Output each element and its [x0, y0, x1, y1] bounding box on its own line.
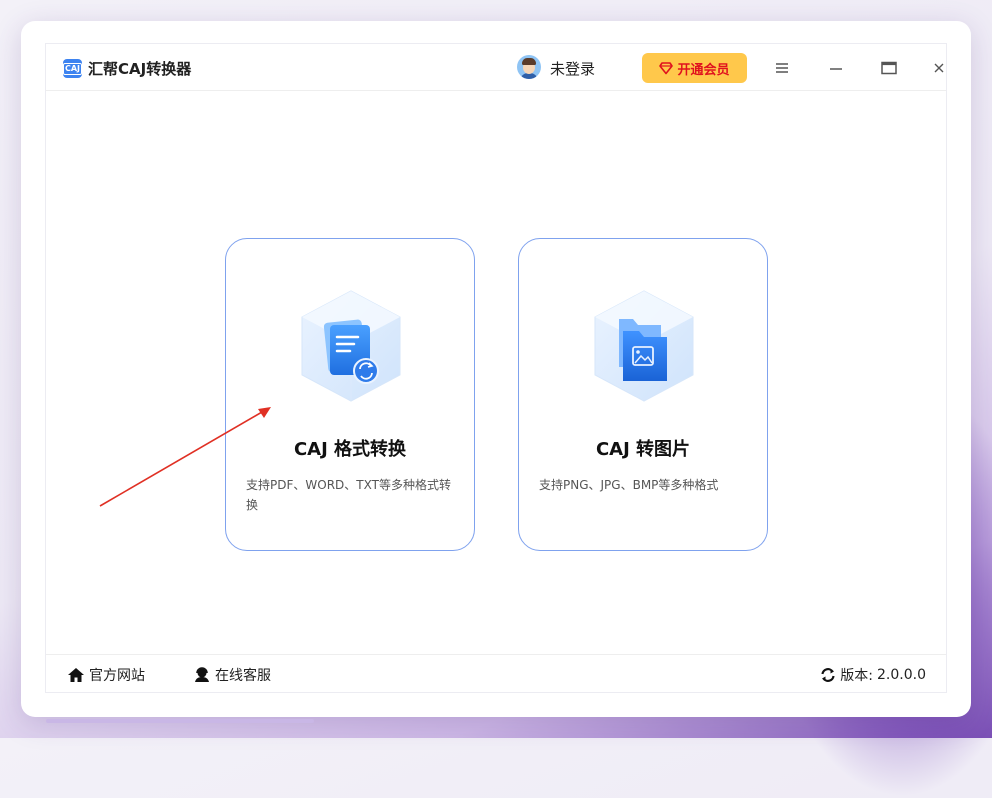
version-value: 2.0.0.0	[877, 667, 926, 683]
card-description: 支持PDF、WORD、TXT等多种格式转换	[246, 478, 451, 512]
app-window: CAJ 汇帮CAJ转换器 未登录 开通会员 CAJ 格式转换 支持PDF、WOR…	[21, 21, 971, 717]
title-bar: CAJ 汇帮CAJ转换器 未登录 开通会员	[46, 44, 946, 91]
official-site-link[interactable]: 官方网站	[67, 665, 145, 685]
app-title: 汇帮CAJ转换器	[88, 60, 192, 78]
card-title: CAJ 格式转换	[293, 439, 407, 460]
scroll-indicator	[46, 719, 314, 723]
login-status[interactable]: 未登录	[550, 58, 595, 79]
caj-to-image-card[interactable]: CAJ 转图片 支持PNG、JPG、BMP等多种格式	[518, 238, 768, 551]
document-convert-icon	[301, 290, 401, 402]
minimize-icon[interactable]	[823, 55, 849, 81]
version-label: 版本:	[840, 668, 874, 684]
folder-image-icon	[594, 290, 694, 402]
refresh-icon[interactable]	[820, 667, 836, 683]
vip-button[interactable]: 开通会员	[642, 53, 747, 83]
app-logo-icon: CAJ	[62, 59, 83, 78]
card-title: CAJ 转图片	[595, 439, 691, 460]
footer-bar: 官方网站 在线客服 版本: 2.0.0.0	[46, 654, 946, 692]
online-service-label: 在线客服	[215, 668, 271, 684]
caj-format-convert-card[interactable]: CAJ 格式转换 支持PDF、WORD、TXT等多种格式转换	[225, 238, 475, 551]
online-service-link[interactable]: 在线客服	[193, 665, 271, 685]
diamond-icon	[659, 62, 674, 75]
card-description: 支持PNG、JPG、BMP等多种格式	[539, 478, 719, 492]
version-info: 版本: 2.0.0.0	[820, 665, 926, 685]
vip-button-label: 开通会员	[677, 62, 730, 78]
official-site-label: 官方网站	[89, 668, 145, 684]
app-content: CAJ 汇帮CAJ转换器 未登录 开通会员 CAJ 格式转换 支持PDF、WOR…	[45, 43, 947, 693]
user-avatar[interactable]	[517, 55, 541, 79]
home-icon	[68, 668, 84, 682]
close-icon[interactable]	[926, 55, 952, 81]
customer-service-icon	[195, 667, 209, 682]
maximize-icon[interactable]	[876, 55, 902, 81]
menu-icon[interactable]	[769, 55, 795, 81]
